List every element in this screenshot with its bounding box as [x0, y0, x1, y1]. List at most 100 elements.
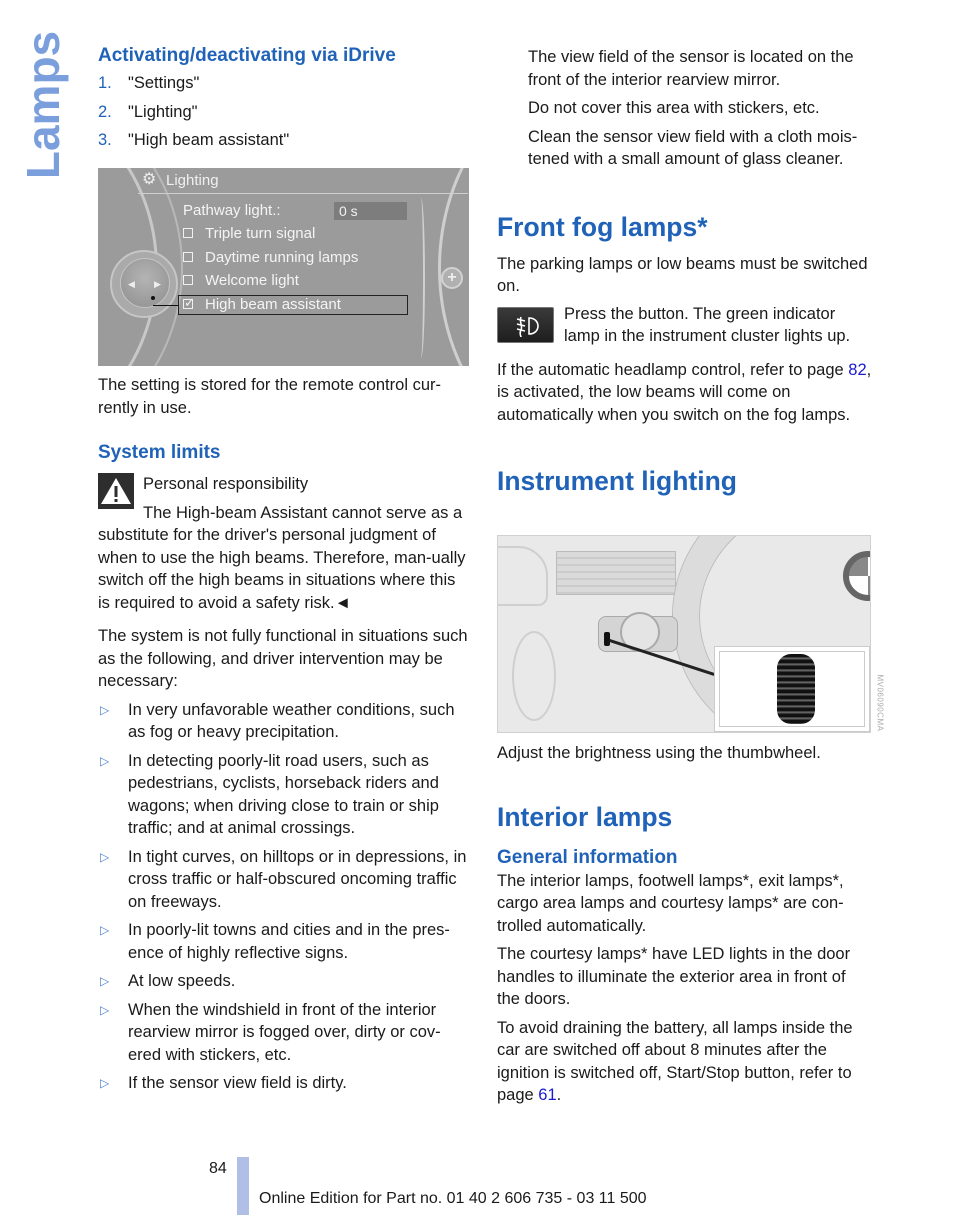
instrument-lighting-illustration	[497, 535, 871, 733]
footer-accent-bar	[237, 1157, 249, 1215]
list-item: ▷ In very unfavorable weather conditions,…	[98, 699, 470, 744]
fog-button-row: Press the button. The green indicator la…	[497, 303, 872, 348]
fog-button-text: Press the button. The green indicator la…	[564, 304, 851, 346]
list-item: ▷ At low speeds.	[98, 970, 470, 993]
chapter-title-text: Lamps	[17, 30, 69, 180]
bullet-text: In detecting poorly-lit road users, such…	[128, 751, 439, 838]
warning-text: The High-beam Assistant cannot serve as …	[98, 503, 466, 612]
fog-lamp-button-icon	[497, 306, 554, 343]
page-82-link[interactable]: 82	[848, 361, 866, 379]
sensor-cover-text: Do not cover this area with stickers, et…	[528, 99, 820, 117]
bullet-triangle-icon: ▷	[100, 923, 110, 937]
step-text: "High beam assistant"	[128, 131, 290, 149]
list-item: ▷ In poorly-lit towns and cities and in t…	[98, 919, 470, 964]
selection-highlight	[178, 295, 408, 315]
option-daytime-running-lamps[interactable]: Daytime running lamps	[183, 248, 358, 268]
pathway-light-label: Pathway light.:	[183, 202, 281, 219]
list-item: ▷ When the windshield in front of the int…	[98, 999, 470, 1067]
option-label: Triple turn signal	[205, 225, 316, 242]
warning-block: Personal responsibility The High-beam As…	[98, 473, 470, 614]
photo-code-text: MV06090CMA	[875, 674, 885, 732]
step-number: 3.	[98, 131, 112, 149]
speaker-illustration	[512, 631, 556, 721]
bullet-text: In tight curves, on hilltops or in depre…	[128, 847, 467, 911]
fog-requirement-text: The parking lamps or low beams must be s…	[497, 254, 868, 296]
bullet-triangle-icon: ▷	[100, 974, 110, 988]
bullet-text: At low speeds.	[128, 972, 236, 990]
stored-setting-text: The setting is stored for the remote con…	[98, 376, 441, 417]
battery-text: To avoid draining the battery, all lamps…	[497, 1017, 872, 1107]
step-item: 1. "Settings"	[98, 69, 470, 98]
general-information-heading: General information	[497, 846, 678, 868]
left-column-lower: The setting is stored for the remote con…	[98, 374, 470, 1101]
warning-triangle-icon	[98, 473, 134, 509]
step-item: 3. "High beam assistant"	[98, 126, 470, 155]
settings-gear-icon: ⚙	[142, 171, 157, 188]
bullet-text: If the sensor view field is dirty.	[128, 1074, 347, 1092]
bullet-text: When the windshield in front of the inte…	[128, 1000, 441, 1064]
system-limits-heading: System limits	[98, 442, 221, 463]
step-item: 2. "Lighting"	[98, 98, 470, 127]
option-triple-turn-signal[interactable]: Triple turn signal	[183, 224, 315, 244]
warning-title: Personal responsibility	[143, 475, 309, 493]
interior-lamps-heading: Interior lamps	[497, 801, 673, 832]
bullet-text: In very unfavorable weather conditions, …	[128, 700, 455, 742]
right-column-lower: Adjust the brightness using the thumbwhe…	[497, 742, 872, 1107]
plus-icon: +	[441, 267, 463, 289]
chapter-side-title: Lamps	[17, 31, 69, 179]
text-part: If the automatic headlamp control, refer…	[497, 360, 849, 379]
left-column: Activating/deactivating via iDrive 1. "Se…	[98, 44, 470, 155]
thumbwheel-icon	[777, 654, 815, 724]
bullet-triangle-icon: ▷	[100, 1002, 110, 1017]
text-part: .	[556, 1086, 562, 1104]
option-welcome-light[interactable]: Welcome light	[183, 271, 299, 291]
bullet-triangle-icon: ▷	[100, 753, 110, 768]
courtesy-lamps-text: The courtesy lamps* have LED lights in t…	[497, 945, 851, 1008]
interior-lamps-text: The interior lamps, footwell lamps*, exi…	[497, 871, 844, 935]
bullet-triangle-icon: ▷	[100, 849, 110, 864]
checkbox-unchecked-icon	[183, 252, 193, 262]
list-item: ▷ If the sensor view field is dirty.	[98, 1072, 470, 1095]
inset-frame	[719, 651, 865, 727]
front-fog-lamps-heading: Front fog lamps*	[497, 211, 708, 242]
air-vent-illustration	[556, 551, 676, 595]
idrive-lighting-screen: ⚙ Lighting Pathway light.: 0 s Triple tu…	[98, 168, 469, 366]
bullet-text: In poorly-lit towns and cities and in th…	[128, 921, 450, 962]
title-underline	[138, 193, 468, 194]
checkbox-unchecked-icon	[183, 275, 193, 285]
fog-auto-text: If the automatic headlamp control, refer…	[497, 359, 872, 427]
photo-reference-code: MV06090CMA	[873, 668, 885, 738]
step-number: 2.	[98, 102, 112, 121]
page-61-link[interactable]: 61	[538, 1086, 556, 1104]
pathway-light-value[interactable]: 0 s	[334, 202, 407, 220]
sensor-location-text: The view field of the sensor is located …	[528, 48, 854, 89]
checkbox-unchecked-icon	[183, 228, 193, 238]
sensor-info: The view field of the sensor is located …	[497, 46, 872, 171]
controller-right-arrow-icon: ▶	[154, 279, 161, 289]
leader-line	[153, 298, 179, 306]
thumbwheel-inset	[714, 646, 870, 732]
steps-list: 1. "Settings" 2. "Lighting" 3. "High beam a…	[98, 69, 470, 155]
step-number: 1.	[98, 74, 112, 92]
limits-bullet-list: ▷ In very unfavorable weather conditions,…	[98, 699, 470, 1095]
list-item: ▷ In detecting poorly-lit road users, suc…	[98, 750, 470, 840]
screen-title: Lighting	[166, 172, 219, 189]
not-functional-text: The system is not fully functional in si…	[98, 627, 468, 690]
door-panel-illustration	[498, 546, 548, 606]
page-number: 84	[209, 1160, 227, 1177]
controller-left-arrow-icon: ◀	[128, 279, 135, 289]
step-text: "Lighting"	[128, 102, 198, 121]
edition-text: Online Edition for Part no. 01 40 2 606 …	[259, 1190, 647, 1207]
bullet-triangle-icon: ▷	[100, 702, 110, 717]
idrive-heading: Activating/deactivating via iDrive	[98, 45, 396, 66]
sensor-clean-text: Clean the sensor view field with a cloth…	[528, 127, 858, 169]
right-column: The view field of the sensor is located …	[497, 46, 872, 497]
instrument-lighting-heading: Instrument lighting	[497, 466, 737, 496]
list-item: ▷ In tight curves, on hilltops or in depr…	[98, 846, 470, 914]
scrollbar-track	[417, 198, 425, 358]
step-text: "Settings"	[128, 74, 200, 92]
option-label: Daytime running lamps	[205, 249, 359, 266]
instrument-brightness-text: Adjust the brightness using the thumbwhe…	[497, 744, 821, 762]
option-label: Welcome light	[205, 272, 299, 289]
bullet-triangle-icon: ▷	[100, 1076, 110, 1090]
